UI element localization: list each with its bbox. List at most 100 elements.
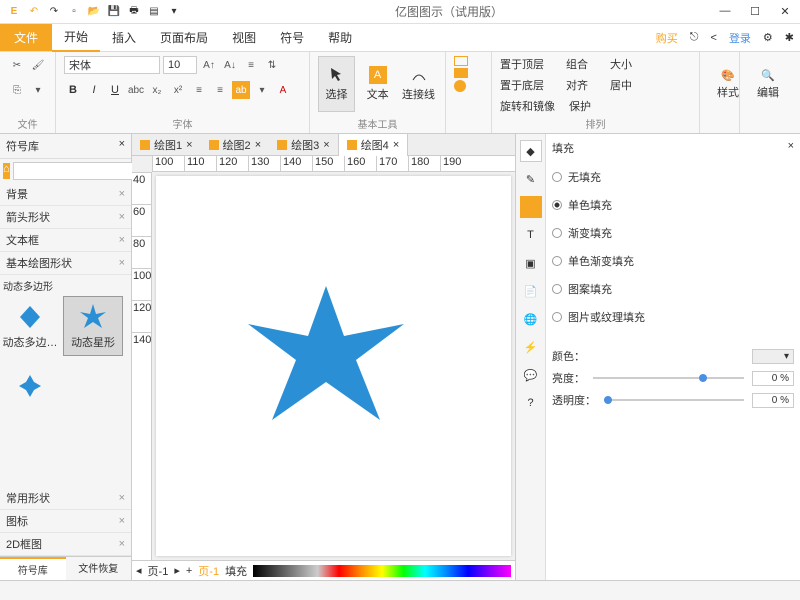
fill-mono-grad-radio[interactable]: 单色渐变填充 (552, 250, 794, 272)
spacing-icon[interactable]: ⇅ (263, 56, 281, 74)
doc-tab[interactable]: 绘图1× (132, 134, 201, 156)
page-label[interactable]: 页-1 (148, 563, 169, 579)
strike-icon[interactable]: abc (127, 81, 145, 99)
color-tab-icon[interactable] (520, 196, 542, 218)
undo-icon[interactable]: ↶ (26, 4, 42, 20)
shape-star4[interactable] (0, 356, 60, 416)
settings-icon[interactable]: ⚙ (757, 31, 779, 44)
more-align-icon[interactable]: ▾ (253, 81, 271, 99)
shape-star[interactable]: 动态星形 (63, 296, 123, 356)
maximize-icon[interactable]: ☐ (740, 5, 770, 18)
qat-more-icon[interactable]: ▾ (166, 4, 182, 20)
layer-tab-icon[interactable]: ▣ (520, 252, 542, 274)
star-shape[interactable] (246, 276, 406, 436)
close-icon[interactable]: ✕ (770, 5, 800, 18)
paste-icon[interactable]: ▾ (29, 81, 47, 99)
send-back-button[interactable]: 置于底层 (500, 77, 544, 93)
file-menu[interactable]: 文件 (0, 24, 52, 51)
font-size-input[interactable] (163, 56, 197, 74)
canvas-page[interactable] (156, 176, 511, 556)
align-center-icon[interactable]: ≡ (211, 81, 229, 99)
doc-tab-active[interactable]: 绘图4× (338, 133, 409, 157)
symlib-close-icon[interactable]: × (119, 138, 125, 154)
login-link[interactable]: 登录 (723, 30, 757, 46)
tab-recovery[interactable]: 文件恢复 (66, 557, 132, 580)
select-tool[interactable]: 选择 (318, 56, 355, 112)
print-icon[interactable]: 🖶 (126, 4, 142, 20)
symlib-item[interactable]: 图标× (0, 510, 131, 533)
sub-icon[interactable]: x₂ (148, 81, 166, 99)
copy-icon[interactable]: ⎘ (8, 81, 26, 99)
tab-layout[interactable]: 页面布局 (148, 24, 220, 51)
underline-icon[interactable]: U (106, 81, 124, 99)
grow-font-icon[interactable]: A↑ (200, 56, 218, 74)
fill-gradient-radio[interactable]: 渐变填充 (552, 222, 794, 244)
color-strip[interactable] (253, 565, 511, 577)
bullets-icon[interactable]: ≡ (242, 56, 260, 74)
group-button[interactable]: 组合 (566, 56, 588, 72)
share-icon[interactable]: ⎋ (684, 31, 705, 44)
redo-icon[interactable]: ↷ (46, 4, 62, 20)
text-tool[interactable]: A文本 (359, 56, 396, 112)
line-tab-icon[interactable]: ✎ (520, 168, 542, 190)
color-swatch[interactable]: ▾ (752, 349, 794, 364)
action-tab-icon[interactable]: ⚡ (520, 336, 542, 358)
shape-rect-icon[interactable] (454, 56, 468, 66)
fill-solid-radio[interactable]: 单色填充 (552, 194, 794, 216)
buy-link[interactable]: 购买 (650, 30, 684, 46)
comment-tab-icon[interactable]: 💬 (520, 364, 542, 386)
shape-rect-fill-icon[interactable] (454, 68, 468, 78)
italic-icon[interactable]: I (85, 81, 103, 99)
bold-icon[interactable]: B (64, 81, 82, 99)
tab-insert[interactable]: 插入 (100, 24, 148, 51)
brightness-slider[interactable] (593, 377, 744, 379)
font-color-icon[interactable]: A (274, 81, 292, 99)
symlib-item[interactable]: 背景× (0, 183, 131, 206)
edit-button[interactable]: 🔍编辑 (748, 56, 788, 112)
export-icon[interactable]: ▤ (146, 4, 162, 20)
open-icon[interactable]: 📂 (86, 4, 102, 20)
shape-polygon[interactable]: 动态多边… (0, 296, 60, 356)
brightness-value[interactable]: 0 % (752, 371, 794, 386)
page-nav-prev-icon[interactable]: ◂ (136, 564, 142, 577)
symlib-item[interactable]: 基本绘图形状× (0, 252, 131, 275)
new-icon[interactable]: ▫ (66, 4, 82, 20)
doc-tab[interactable]: 绘图3× (269, 134, 338, 156)
shrink-font-icon[interactable]: A↓ (221, 56, 239, 74)
connector-tool[interactable]: 连接线 (400, 56, 437, 112)
bring-front-button[interactable]: 置于顶层 (500, 56, 544, 72)
symlib-item[interactable]: 箭头形状× (0, 206, 131, 229)
shape-circle-icon[interactable] (454, 80, 466, 92)
font-name-input[interactable] (64, 56, 160, 74)
brush-icon[interactable]: 🖌 (29, 56, 47, 74)
add-page-icon[interactable]: + (186, 565, 192, 577)
flower-icon[interactable]: ✱ (779, 31, 800, 44)
symlib-item[interactable]: 文本框× (0, 229, 131, 252)
center-button[interactable]: 居中 (610, 77, 632, 93)
align-left-icon[interactable]: ≡ (190, 81, 208, 99)
protect-button[interactable]: 保护 (569, 98, 591, 114)
opacity-value[interactable]: 0 % (752, 393, 794, 408)
tab-symbol[interactable]: 符号 (268, 24, 316, 51)
web-tab-icon[interactable]: 🌐 (520, 308, 542, 330)
minimize-icon[interactable]: — (710, 5, 740, 18)
highlight-icon[interactable]: ab (232, 81, 250, 99)
page-tab-icon[interactable]: 📄 (520, 280, 542, 302)
help-tab-icon[interactable]: ? (520, 392, 542, 414)
sup-icon[interactable]: x² (169, 81, 187, 99)
align-button[interactable]: 对齐 (566, 77, 588, 93)
rotate-button[interactable]: 旋转和镜像 (500, 98, 555, 114)
doc-tab[interactable]: 绘图2× (201, 134, 270, 156)
fill-panel-close-icon[interactable]: × (788, 140, 794, 156)
opacity-slider[interactable] (604, 399, 744, 401)
tab-start[interactable]: 开始 (52, 23, 100, 52)
cut-icon[interactable]: ✂ (8, 56, 26, 74)
tab-symlib[interactable]: 符号库 (0, 557, 66, 580)
home-icon[interactable]: ⌂ (3, 163, 10, 179)
fill-tab-icon[interactable]: ◆ (520, 140, 542, 162)
symlib-item[interactable]: 常用形状× (0, 487, 131, 510)
save-icon[interactable]: 💾 (106, 4, 122, 20)
share2-icon[interactable]: < (704, 32, 722, 44)
fill-texture-radio[interactable]: 图片或纹理填充 (552, 306, 794, 328)
tab-view[interactable]: 视图 (220, 24, 268, 51)
